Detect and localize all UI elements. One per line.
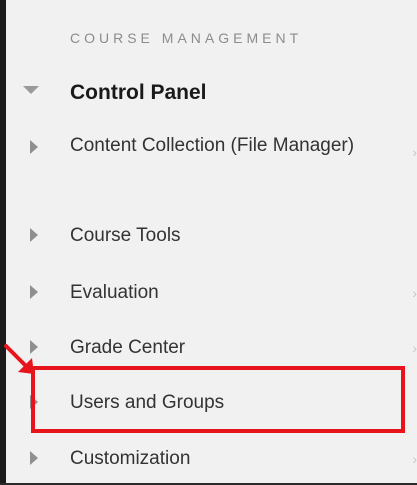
chevron-right-icon: › <box>412 340 417 356</box>
control-panel-title[interactable]: Control Panel <box>70 81 207 105</box>
pointer-arrow-icon <box>4 344 34 374</box>
sidebar-item-label: Course Tools <box>70 225 181 246</box>
triangle-right-icon <box>30 228 38 242</box>
sidebar-item-label: Grade Center <box>70 337 186 358</box>
sidebar-item-content-collection[interactable]: Content Collection (File Manager) › <box>0 132 417 192</box>
triangle-right-icon <box>30 140 38 154</box>
triangle-right-icon <box>30 451 38 465</box>
chevron-right-icon: › <box>412 451 417 467</box>
sidebar-item-label: Customization <box>70 448 191 469</box>
section-heading: COURSE MANAGEMENT <box>70 30 303 46</box>
sidebar-item-course-tools[interactable]: Course Tools <box>0 222 417 262</box>
sidebar-item-label: Evaluation <box>70 282 159 303</box>
highlight-annotation-box <box>31 366 405 433</box>
sidebar-item-label: Content Collection (File Manager) <box>70 135 355 156</box>
sidebar-item-customization[interactable]: Customization › <box>0 445 417 485</box>
triangle-right-icon <box>30 285 38 299</box>
sidebar-item-evaluation[interactable]: Evaluation › <box>0 279 417 319</box>
triangle-down-icon[interactable] <box>23 86 39 94</box>
chevron-right-icon: › <box>412 144 417 160</box>
course-management-panel: COURSE MANAGEMENT Control Panel Content … <box>0 0 417 485</box>
chevron-right-icon: › <box>412 285 417 301</box>
